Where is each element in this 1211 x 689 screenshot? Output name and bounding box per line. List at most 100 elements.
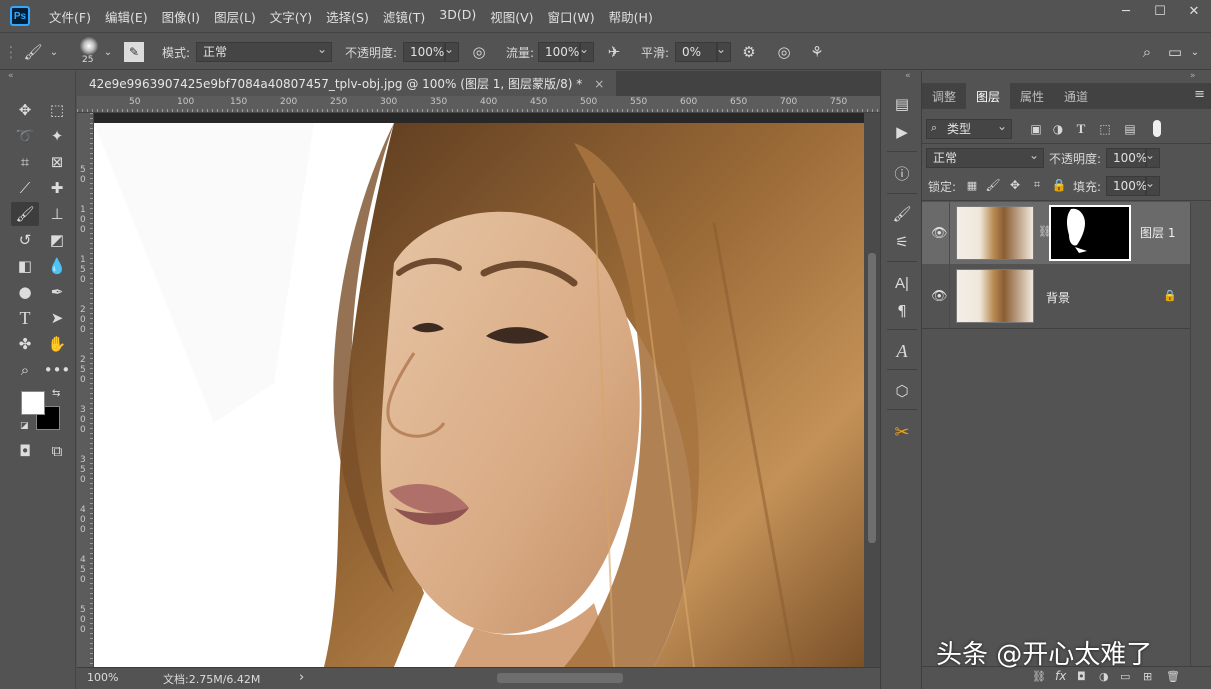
new-layer-icon[interactable]: ⊞ — [1143, 670, 1152, 683]
magic-wand-tool-icon[interactable]: ✦ — [43, 124, 71, 148]
gradient-tool-icon[interactable]: ◧ — [11, 254, 39, 278]
eyedropper-tool-icon[interactable]: ⟋ — [11, 176, 39, 200]
lock-transparent-icon[interactable]: ▦ — [963, 175, 981, 195]
layer-row[interactable]: 👁 背景 🔒 — [922, 265, 1190, 327]
collapse-arrows-icon[interactable]: « — [905, 71, 911, 81]
flow-input[interactable]: 100% — [538, 42, 580, 62]
swap-colors-icon[interactable]: ⇆ — [52, 388, 60, 399]
brush-settings-panel-icon[interactable]: ✎ — [124, 42, 144, 62]
clone-stamp-tool-icon[interactable]: ⊥ — [43, 202, 71, 226]
vertical-scrollbar[interactable] — [864, 113, 880, 667]
layer-name[interactable]: 图层 1 — [1140, 224, 1175, 241]
3d-panel-icon[interactable]: ⬡ — [888, 379, 916, 403]
pressure-size-icon[interactable]: ◎ — [773, 41, 795, 63]
brush-presets-icon[interactable]: ⚟ — [888, 230, 916, 254]
minimize-button[interactable]: ─ — [1109, 0, 1143, 22]
menu-3d[interactable]: 3D(D) — [432, 7, 483, 26]
menu-filter[interactable]: 滤镜(T) — [376, 7, 432, 26]
history-panel-icon[interactable]: ▤ — [888, 92, 916, 116]
panel-menu-icon[interactable]: ≡ — [1194, 87, 1205, 102]
menu-edit[interactable]: 编辑(E) — [98, 7, 155, 26]
menu-image[interactable]: 图像(I) — [155, 7, 207, 26]
tab-channels[interactable]: 通道 — [1054, 83, 1098, 109]
filter-shape-icon[interactable]: ⬚ — [1095, 119, 1115, 139]
fill-dropdown[interactable] — [1145, 174, 1160, 196]
symmetry-butterfly-icon[interactable]: ⚘ — [806, 41, 828, 63]
link-layers-icon[interactable]: ⛓ — [1032, 670, 1046, 683]
document-canvas[interactable] — [94, 123, 864, 667]
character-panel-icon[interactable]: A| — [888, 271, 916, 295]
new-group-icon[interactable]: ▭ — [1120, 670, 1130, 683]
brush-tool-icon[interactable]: 🖌 — [11, 202, 39, 226]
layer-name[interactable]: 背景 — [1046, 289, 1070, 306]
chevron-down-icon[interactable]: ⌄ — [102, 41, 114, 63]
tab-properties[interactable]: 属性 — [1010, 83, 1054, 109]
expand-arrows-icon[interactable]: » — [1190, 71, 1196, 81]
fx-button[interactable]: fx — [1055, 669, 1066, 683]
opacity-input[interactable]: 100% — [403, 42, 445, 62]
layer-thumbnail[interactable] — [956, 269, 1034, 323]
layer-filter-select[interactable]: 类型 — [926, 117, 1012, 139]
blur-tool-icon[interactable]: 💧 — [43, 254, 71, 278]
history-brush-tool-icon[interactable]: ↺ — [11, 228, 39, 252]
trash-icon[interactable]: 🗑 — [1166, 670, 1180, 683]
layer-thumbnail[interactable] — [956, 206, 1034, 260]
lock-artboard-icon[interactable]: ⌗ — [1028, 175, 1046, 195]
smoothing-input[interactable]: 0% — [675, 42, 717, 62]
glyphs-panel-icon[interactable]: A — [888, 339, 916, 363]
airbrush-icon[interactable]: ✈ — [603, 41, 625, 63]
close-window-button[interactable]: ✕ — [1177, 0, 1211, 22]
screen-mode-icon[interactable]: ⧉ — [43, 439, 71, 463]
maximize-button[interactable]: ☐ — [1143, 0, 1177, 22]
add-mask-icon[interactable]: ◘ — [1077, 670, 1086, 683]
healing-brush-tool-icon[interactable]: ✚ — [43, 176, 71, 200]
pressure-opacity-icon[interactable]: ◎ — [468, 41, 490, 63]
brush-tip-icon[interactable] — [80, 37, 98, 55]
mode-select[interactable]: 正常 — [196, 40, 332, 62]
menu-select[interactable]: 选择(S) — [319, 7, 376, 26]
opacity-dropdown[interactable] — [444, 40, 459, 62]
filter-toggle-icon[interactable] — [1153, 120, 1161, 137]
hand-tool-icon[interactable]: ✋ — [43, 332, 71, 356]
layer-opacity-input[interactable]: 100% — [1106, 148, 1147, 168]
filter-smart-object-icon[interactable]: ▤ — [1120, 119, 1140, 139]
paragraph-panel-icon[interactable]: ¶ — [888, 299, 916, 323]
status-menu-arrow[interactable]: › — [299, 670, 304, 685]
pen-tool-icon[interactable]: ✒ — [43, 280, 71, 304]
plugin-tools-icon[interactable]: ✂ — [888, 420, 916, 444]
menu-view[interactable]: 视图(V) — [483, 7, 540, 26]
search-icon[interactable]: ⌕ — [1136, 41, 1158, 63]
filter-type-icon[interactable]: T — [1071, 119, 1091, 139]
brush-settings-icon[interactable]: 🖌 — [888, 202, 916, 226]
path-selection-tool-icon[interactable]: ➤ — [43, 306, 71, 330]
scrollbar-thumb[interactable] — [868, 253, 876, 543]
crop-tool-icon[interactable]: ⌗ — [11, 150, 39, 174]
chevron-down-icon[interactable]: ⌄ — [48, 41, 60, 63]
quick-mask-icon[interactable]: ◘ — [11, 439, 39, 463]
lock-position-icon[interactable]: ✥ — [1006, 175, 1024, 195]
foreground-color-swatch[interactable] — [21, 391, 45, 415]
menu-file[interactable]: 文件(F) — [42, 7, 98, 26]
layers-scrollbar[interactable] — [1190, 202, 1211, 666]
new-adjustment-icon[interactable]: ◑ — [1099, 670, 1109, 683]
marquee-tool-icon[interactable]: ⬚ — [43, 98, 71, 122]
document-tab[interactable]: 42e9e9963907425e9bf7084a40807457_tplv-ob… — [77, 71, 617, 96]
more-tools-icon[interactable]: ••• — [43, 358, 71, 382]
chevron-down-icon[interactable]: ⌄ — [1188, 41, 1202, 63]
zoom-level[interactable]: 100% — [87, 671, 118, 684]
tab-adjustments[interactable]: 调整 — [922, 83, 966, 109]
layer-opacity-dropdown[interactable] — [1145, 146, 1160, 168]
horizontal-scrollbar-thumb[interactable] — [497, 673, 623, 683]
zoom-tool-icon[interactable]: ⌕ — [11, 358, 39, 382]
visibility-eye-icon[interactable]: 👁 — [931, 226, 948, 241]
move-tool-icon[interactable]: ✥ — [11, 98, 39, 122]
lock-pixels-icon[interactable]: 🖌 — [984, 175, 1002, 195]
frame-tool-icon[interactable]: ⊠ — [43, 150, 71, 174]
default-colors-icon[interactable]: ◪ — [20, 421, 29, 431]
blend-mode-select[interactable]: 正常 — [926, 146, 1044, 168]
canvas-area[interactable] — [94, 113, 864, 667]
menu-window[interactable]: 窗口(W) — [541, 7, 602, 26]
flow-dropdown[interactable] — [579, 40, 594, 62]
menu-help[interactable]: 帮助(H) — [602, 7, 660, 26]
eraser-tool-icon[interactable]: ◩ — [43, 228, 71, 252]
